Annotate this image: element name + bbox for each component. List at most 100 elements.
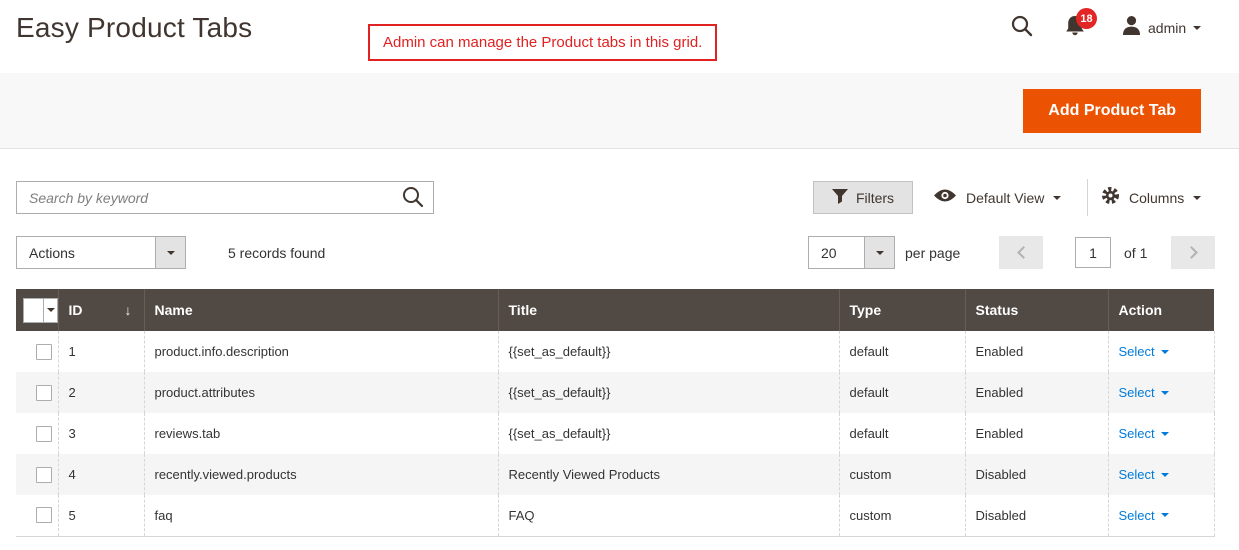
column-header-name[interactable]: Name [143,289,498,331]
table-row: 2 product.attributes {{set_as_default}} … [16,372,1215,413]
filter-funnel-icon [831,188,848,207]
default-view-label: Default View [966,189,1045,206]
cell-id: 4 [57,454,144,495]
row-checkbox[interactable] [36,343,52,360]
admin-username: admin [1148,19,1187,36]
chevron-down-icon [1053,195,1062,200]
cell-id: 2 [57,372,144,413]
default-view-dropdown[interactable]: Default View [933,181,1062,214]
global-search-icon[interactable] [1010,14,1034,43]
caret-down-icon [1160,513,1169,518]
page-actions-band: Add Product Tab [0,73,1239,149]
caret-down-icon [1160,472,1169,477]
row-checkbox[interactable] [36,507,52,524]
cell-type: default [838,413,965,454]
cell-title: FAQ [497,495,839,537]
gear-icon [1101,186,1120,210]
add-product-tab-button[interactable]: Add Product Tab [1023,89,1201,133]
sort-descending-icon[interactable]: ↓ [125,302,134,318]
per-page-value: 20 [821,244,837,261]
chevron-left-icon [1016,246,1030,259]
dropdown-toggle[interactable] [864,237,894,268]
column-header-status[interactable]: Status [964,289,1108,331]
table-row: 5 faq FAQ custom Disabled Select [16,495,1215,537]
select-all-dropdown[interactable] [44,298,57,322]
caret-down-icon [875,250,884,255]
cell-status: Disabled [964,495,1108,537]
row-checkbox[interactable] [36,425,52,442]
caret-down-icon [1160,390,1169,395]
column-header-id[interactable]: ID ↓ [57,289,144,331]
eye-icon [933,188,957,208]
filters-label: Filters [855,189,895,206]
dropdown-toggle[interactable] [155,237,185,268]
current-page-input[interactable] [1075,237,1111,268]
cell-type: custom [838,454,965,495]
select-label: Select [1118,344,1155,359]
grid-header-row: ID ↓ Name Title Type Status Action [16,289,1214,331]
caret-down-icon [1160,349,1169,354]
admin-account-menu[interactable]: admin [1122,15,1202,40]
cell-title: {{set_as_default}} [497,331,839,372]
select-all-checkbox[interactable] [24,298,44,322]
user-avatar-icon [1122,15,1141,40]
columns-label: Columns [1129,189,1185,206]
per-page-dropdown[interactable]: 20 [808,236,895,269]
cell-type: default [838,372,965,413]
cell-name: product.attributes [143,372,498,413]
row-select-action[interactable]: Select [1119,344,1169,359]
select-label: Select [1118,385,1155,400]
cell-name: product.info.description [143,331,498,372]
cell-title: {{set_as_default}} [497,413,839,454]
columns-dropdown[interactable]: Columns [1101,181,1202,214]
cell-title: {{set_as_default}} [497,372,839,413]
cell-status: Enabled [964,331,1108,372]
column-header-title[interactable]: Title [497,289,839,331]
select-label: Select [1118,426,1155,441]
previous-page-button[interactable] [999,236,1043,269]
controls-divider [1087,179,1088,216]
row-select-action[interactable]: Select [1119,385,1169,400]
easy-product-tabs-page: Easy Product Tabs Admin can manage the P… [0,0,1239,550]
actions-dropdown[interactable]: Actions [16,236,186,269]
next-page-button[interactable] [1171,236,1215,269]
search-submit-icon[interactable] [400,185,426,211]
cell-type: custom [838,495,965,537]
select-all-control[interactable] [23,297,58,323]
row-select-action[interactable]: Select [1119,508,1169,523]
records-found-text: 5 records found [228,244,326,261]
chevron-down-icon [1193,25,1202,30]
product-tabs-grid: ID ↓ Name Title Type Status Action 1 pro… [16,289,1215,537]
row-select-action[interactable]: Select [1119,426,1169,441]
table-row: 4 recently.viewed.products Recently View… [16,454,1215,495]
cell-status: Enabled [964,413,1108,454]
column-header-label: ID [68,302,83,318]
table-row: 3 reviews.tab {{set_as_default}} default… [16,413,1215,454]
actions-label: Actions [29,244,75,261]
caret-down-icon [46,308,55,312]
notifications-bell-icon[interactable]: 18 [1064,8,1097,40]
chevron-down-icon [1193,195,1202,200]
caret-down-icon [1160,431,1169,436]
keyword-search [16,181,434,214]
chevron-right-icon [1184,246,1198,259]
cell-id: 1 [57,331,144,372]
cell-name: reviews.tab [143,413,498,454]
search-input[interactable] [16,181,434,214]
cell-id: 5 [57,495,144,537]
column-header-action[interactable]: Action [1107,289,1214,331]
filters-button[interactable]: Filters [813,181,913,214]
annotation-note: Admin can manage the Product tabs in thi… [368,24,718,61]
row-select-action[interactable]: Select [1119,467,1169,482]
total-pages-label: of 1 [1124,244,1148,261]
notification-count-badge[interactable]: 18 [1076,8,1097,29]
cell-name: recently.viewed.products [143,454,498,495]
row-checkbox[interactable] [36,384,52,401]
cell-title: Recently Viewed Products [497,454,839,495]
row-checkbox[interactable] [36,466,52,483]
cell-name: faq [143,495,498,537]
column-header-type[interactable]: Type [838,289,965,331]
table-row: 1 product.info.description {{set_as_defa… [16,331,1215,372]
cell-type: default [838,331,965,372]
select-label: Select [1118,467,1155,482]
